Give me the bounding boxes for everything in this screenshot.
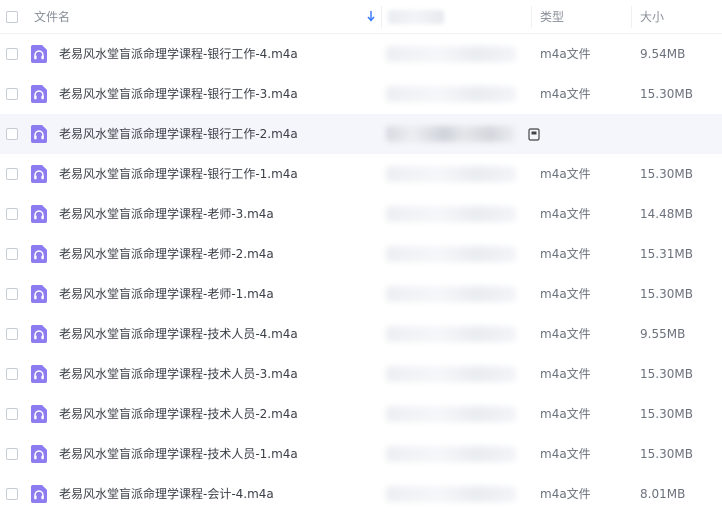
file-size: 15.30MB xyxy=(640,287,693,301)
file-size: 15.30MB xyxy=(640,87,693,101)
column-header-name[interactable]: 文件名 xyxy=(34,0,70,34)
file-row[interactable]: 老易风水堂盲派命理学课程-银行工作-3.m4a m4a文件 15.30MB xyxy=(0,74,722,114)
file-name[interactable]: 老易风水堂盲派命理学课程-老师-1.m4a xyxy=(59,274,274,314)
column-header-redacted xyxy=(388,10,444,24)
headphones-icon xyxy=(31,125,47,143)
sort-down-arrow-icon[interactable] xyxy=(366,8,376,24)
file-size: 15.30MB xyxy=(640,407,693,421)
row-checkbox[interactable] xyxy=(6,488,18,500)
file-type: m4a文件 xyxy=(540,487,591,501)
file-type: m4a文件 xyxy=(540,447,591,461)
file-name[interactable]: 老易风水堂盲派命理学课程-银行工作-3.m4a xyxy=(59,74,298,114)
row-checkbox[interactable] xyxy=(6,408,18,420)
headphones-icon xyxy=(31,85,47,103)
headphones-icon xyxy=(31,205,47,223)
file-size: 8.01MB xyxy=(640,487,686,501)
redacted-cell xyxy=(386,246,516,262)
row-checkbox[interactable] xyxy=(6,248,18,260)
row-checkbox[interactable] xyxy=(6,208,18,220)
file-row[interactable]: 老易风水堂盲派命理学课程-银行工作-4.m4a m4a文件 9.54MB xyxy=(0,34,722,74)
headphones-icon xyxy=(31,405,47,423)
file-size: 15.30MB xyxy=(640,367,693,381)
file-name[interactable]: 老易风水堂盲派命理学课程-老师-3.m4a xyxy=(59,194,274,234)
redacted-cell xyxy=(386,286,516,302)
file-name[interactable]: 老易风水堂盲派命理学课程-银行工作-1.m4a xyxy=(59,154,298,194)
redacted-cell xyxy=(386,486,516,502)
file-row[interactable]: 老易风水堂盲派命理学课程-技术人员-4.m4a m4a文件 9.55MB xyxy=(0,314,722,354)
row-checkbox[interactable] xyxy=(6,48,18,60)
column-divider[interactable] xyxy=(531,6,532,28)
file-type: m4a文件 xyxy=(540,87,591,101)
file-name[interactable]: 老易风水堂盲派命理学课程-技术人员-3.m4a xyxy=(59,354,298,394)
row-checkbox[interactable] xyxy=(6,128,18,140)
headphones-icon xyxy=(31,445,47,463)
file-size: 9.55MB xyxy=(640,327,686,341)
file-size: 15.30MB xyxy=(640,167,693,181)
file-name[interactable]: 老易风水堂盲派命理学课程-技术人员-2.m4a xyxy=(59,394,298,434)
file-type: m4a文件 xyxy=(540,327,591,341)
file-row[interactable]: 老易风水堂盲派命理学课程-银行工作-2.m4a xyxy=(0,114,722,154)
file-name[interactable]: 老易风水堂盲派命理学课程-老师-2.m4a xyxy=(59,234,274,274)
headphones-icon xyxy=(31,365,47,383)
redacted-cell xyxy=(386,206,516,222)
file-type: m4a文件 xyxy=(540,207,591,221)
headphones-icon xyxy=(31,45,47,63)
redacted-cell xyxy=(386,406,516,422)
row-checkbox[interactable] xyxy=(6,288,18,300)
row-checkbox[interactable] xyxy=(6,328,18,340)
file-row[interactable]: 老易风水堂盲派命理学课程-老师-3.m4a m4a文件 14.48MB xyxy=(0,194,722,234)
headphones-icon xyxy=(31,245,47,263)
headphones-icon xyxy=(31,485,47,503)
file-size: 9.54MB xyxy=(640,47,686,61)
row-checkbox[interactable] xyxy=(6,168,18,180)
file-row[interactable]: 老易风水堂盲派命理学课程-技术人员-2.m4a m4a文件 15.30MB xyxy=(0,394,722,434)
file-type: m4a文件 xyxy=(540,287,591,301)
file-type: m4a文件 xyxy=(540,47,591,61)
file-type: m4a文件 xyxy=(540,407,591,421)
row-checkbox[interactable] xyxy=(6,88,18,100)
headphones-icon xyxy=(31,165,47,183)
file-row[interactable]: 老易风水堂盲派命理学课程-老师-1.m4a m4a文件 15.30MB xyxy=(0,274,722,314)
select-all-checkbox[interactable] xyxy=(6,11,18,23)
file-size: 15.30MB xyxy=(640,447,693,461)
redacted-cell xyxy=(386,446,516,462)
redacted-cell xyxy=(386,166,516,182)
file-row[interactable]: 老易风水堂盲派命理学课程-技术人员-1.m4a m4a文件 15.30MB xyxy=(0,434,722,474)
row-checkbox[interactable] xyxy=(6,368,18,380)
file-row[interactable]: 老易风水堂盲派命理学课程-银行工作-1.m4a m4a文件 15.30MB xyxy=(0,154,722,194)
headphones-icon xyxy=(31,325,47,343)
file-row[interactable]: 老易风水堂盲派命理学课程-技术人员-3.m4a m4a文件 15.30MB xyxy=(0,354,722,394)
file-row[interactable]: 老易风水堂盲派命理学课程-会计-4.m4a m4a文件 8.01MB xyxy=(0,474,722,514)
file-type: m4a文件 xyxy=(540,167,591,181)
copy-icon[interactable] xyxy=(528,128,540,141)
file-list-header: 文件名 类型 大小 xyxy=(0,0,722,34)
file-name[interactable]: 老易风水堂盲派命理学课程-会计-4.m4a xyxy=(59,474,274,514)
redacted-cell xyxy=(386,326,516,342)
row-checkbox[interactable] xyxy=(6,448,18,460)
column-header-type[interactable]: 类型 xyxy=(540,0,564,34)
file-size: 14.48MB xyxy=(640,207,693,221)
file-name[interactable]: 老易风水堂盲派命理学课程-技术人员-1.m4a xyxy=(59,434,298,474)
file-size: 15.31MB xyxy=(640,247,693,261)
redacted-cell xyxy=(386,46,516,62)
redacted-cell xyxy=(386,86,516,102)
file-name[interactable]: 老易风水堂盲派命理学课程-银行工作-2.m4a xyxy=(59,114,298,154)
column-divider[interactable] xyxy=(631,6,632,28)
redacted-cell xyxy=(386,126,516,142)
file-name[interactable]: 老易风水堂盲派命理学课程-技术人员-4.m4a xyxy=(59,314,298,354)
file-row[interactable]: 老易风水堂盲派命理学课程-老师-2.m4a m4a文件 15.31MB xyxy=(0,234,722,274)
column-divider[interactable] xyxy=(381,6,382,28)
file-type: m4a文件 xyxy=(540,247,591,261)
redacted-cell xyxy=(386,366,516,382)
headphones-icon xyxy=(31,285,47,303)
file-name[interactable]: 老易风水堂盲派命理学课程-银行工作-4.m4a xyxy=(59,34,298,74)
column-header-size[interactable]: 大小 xyxy=(640,0,664,34)
file-type: m4a文件 xyxy=(540,367,591,381)
